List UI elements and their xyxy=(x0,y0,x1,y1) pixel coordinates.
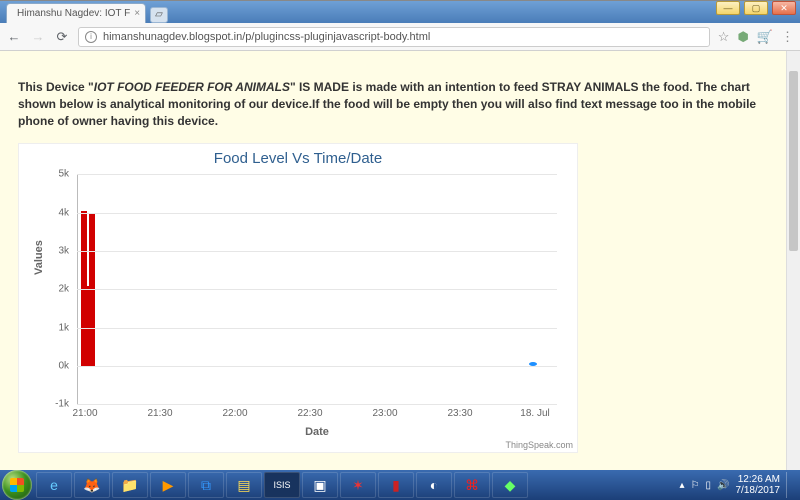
tray-date: 7/18/2017 xyxy=(736,485,781,496)
chart-container: Food Level Vs Time/Date Values Date -1k0… xyxy=(18,143,578,453)
taskbar-chrome-icon[interactable]: ◐ xyxy=(416,472,452,498)
page-scrollbar[interactable] xyxy=(786,51,800,470)
tray-up-icon[interactable]: ▴ xyxy=(680,480,685,491)
tray-network-icon[interactable]: ▯ xyxy=(706,480,712,491)
grid-line xyxy=(77,366,557,367)
grid-line xyxy=(77,174,557,175)
menu-icon[interactable]: ⋮ xyxy=(781,29,794,45)
y-tick: -1k xyxy=(29,399,69,410)
star-icon[interactable]: ☆ xyxy=(718,29,730,45)
tab-close-icon[interactable]: × xyxy=(134,8,140,19)
y-tick: 2k xyxy=(29,284,69,295)
taskbar-app3-icon[interactable]: ◆ xyxy=(492,472,528,498)
tab-title: Himanshu Nagdev: IOT F xyxy=(17,8,130,19)
new-tab-button[interactable]: ▱ xyxy=(150,7,168,23)
tab-strip: Himanshu Nagdev: IOT F × ▱ xyxy=(0,1,800,23)
forward-button[interactable]: → xyxy=(30,29,46,44)
chart-title: Food Level Vs Time/Date xyxy=(19,144,577,167)
reload-button[interactable]: ⟳ xyxy=(54,29,70,45)
chart-plot-area: Values Date -1k0k1k2k3k4k5k21:0021:3022:… xyxy=(77,174,557,404)
url-text: himanshunagdev.blogspot.in/p/plugincss-p… xyxy=(103,31,430,43)
scrollbar-thumb[interactable] xyxy=(789,71,798,251)
tray-time: 12:26 AM xyxy=(736,474,781,485)
maximize-button[interactable]: ▢ xyxy=(744,1,768,15)
taskbar-firefox-icon[interactable]: 🦊 xyxy=(74,472,110,498)
minimize-button[interactable]: — xyxy=(716,1,740,15)
taskbar-ie-icon[interactable]: e xyxy=(36,472,72,498)
windows-logo-icon xyxy=(10,478,24,492)
x-tick: 22:30 xyxy=(297,408,322,419)
taskbar-pdf-icon[interactable]: ⌘ xyxy=(454,472,490,498)
site-info-icon[interactable]: i xyxy=(85,31,97,43)
chart-attribution: ThingSpeak.com xyxy=(505,440,573,450)
taskbar-cmd-icon[interactable]: ▣ xyxy=(302,472,338,498)
grid-line xyxy=(77,289,557,290)
taskbar-mediaplayer-icon[interactable]: ▶ xyxy=(150,472,186,498)
taskbar-explorer-icon[interactable]: 📁 xyxy=(112,472,148,498)
y-tick: 4k xyxy=(29,207,69,218)
x-tick: 21:30 xyxy=(147,408,172,419)
x-tick: 22:00 xyxy=(222,408,247,419)
taskbar-isis-icon[interactable]: ISIS xyxy=(264,472,300,498)
x-tick: 18. Jul xyxy=(520,408,549,419)
grid-line xyxy=(77,328,557,329)
grid-line xyxy=(77,213,557,214)
nav-bar: ← → ⟳ i himanshunagdev.blogspot.in/p/plu… xyxy=(0,23,800,51)
tray-volume-icon[interactable]: 🔊 xyxy=(717,480,729,491)
show-desktop-button[interactable] xyxy=(786,472,794,498)
taskbar-app1-icon[interactable]: ✶ xyxy=(340,472,376,498)
grid-line xyxy=(77,404,557,405)
toolbar-right: ☆ ⬢ 🛒 ⋮ xyxy=(718,29,794,45)
y-tick: 1k xyxy=(29,322,69,333)
desc-quoted: IOT FOOD FEEDER FOR ANIMALS xyxy=(94,80,290,94)
windows-taskbar: e 🦊 📁 ▶ ⧉ ▤ ISIS ▣ ✶ ▮ ◐ ⌘ ◆ ▴ ⚐ ▯ 🔊 12:… xyxy=(0,470,800,500)
chrome-window: — ▢ ✕ Himanshu Nagdev: IOT F × ▱ ← → ⟳ i… xyxy=(0,0,800,470)
extension-icon[interactable]: ⬢ xyxy=(737,29,748,45)
taskbar-pinned: e 🦊 📁 ▶ ⧉ ▤ ISIS ▣ ✶ ▮ ◐ ⌘ ◆ xyxy=(36,472,528,498)
x-tick: 23:30 xyxy=(447,408,472,419)
y-tick: 0k xyxy=(29,361,69,372)
grid-line xyxy=(77,251,557,252)
x-tick: 21:00 xyxy=(72,408,97,419)
taskbar-app2-icon[interactable]: ▮ xyxy=(378,472,414,498)
x-tick: 23:00 xyxy=(372,408,397,419)
back-button[interactable]: ← xyxy=(6,29,22,44)
taskbar-vscode-icon[interactable]: ⧉ xyxy=(188,472,224,498)
address-bar[interactable]: i himanshunagdev.blogspot.in/p/plugincss… xyxy=(78,27,710,47)
start-button[interactable] xyxy=(2,470,32,500)
desc-prefix: This Device " xyxy=(18,80,94,94)
tray-clock[interactable]: 12:26 AM 7/18/2017 xyxy=(736,474,781,496)
cart-icon[interactable]: 🛒 xyxy=(757,29,773,45)
device-description: This Device "IOT FOOD FEEDER FOR ANIMALS… xyxy=(18,79,758,129)
y-tick: 5k xyxy=(29,169,69,180)
window-controls: — ▢ ✕ xyxy=(716,1,796,15)
close-button[interactable]: ✕ xyxy=(772,1,796,15)
tray-flag-icon[interactable]: ⚐ xyxy=(691,480,700,491)
browser-tab-active[interactable]: Himanshu Nagdev: IOT F × xyxy=(6,3,146,23)
page-body: This Device "IOT FOOD FEEDER FOR ANIMALS… xyxy=(0,51,800,470)
y-tick: 3k xyxy=(29,246,69,257)
chart-series-red xyxy=(85,286,89,367)
system-tray: ▴ ⚐ ▯ 🔊 12:26 AM 7/18/2017 xyxy=(680,472,798,498)
taskbar-folder-icon[interactable]: ▤ xyxy=(226,472,262,498)
chart-xlabel: Date xyxy=(305,426,329,438)
